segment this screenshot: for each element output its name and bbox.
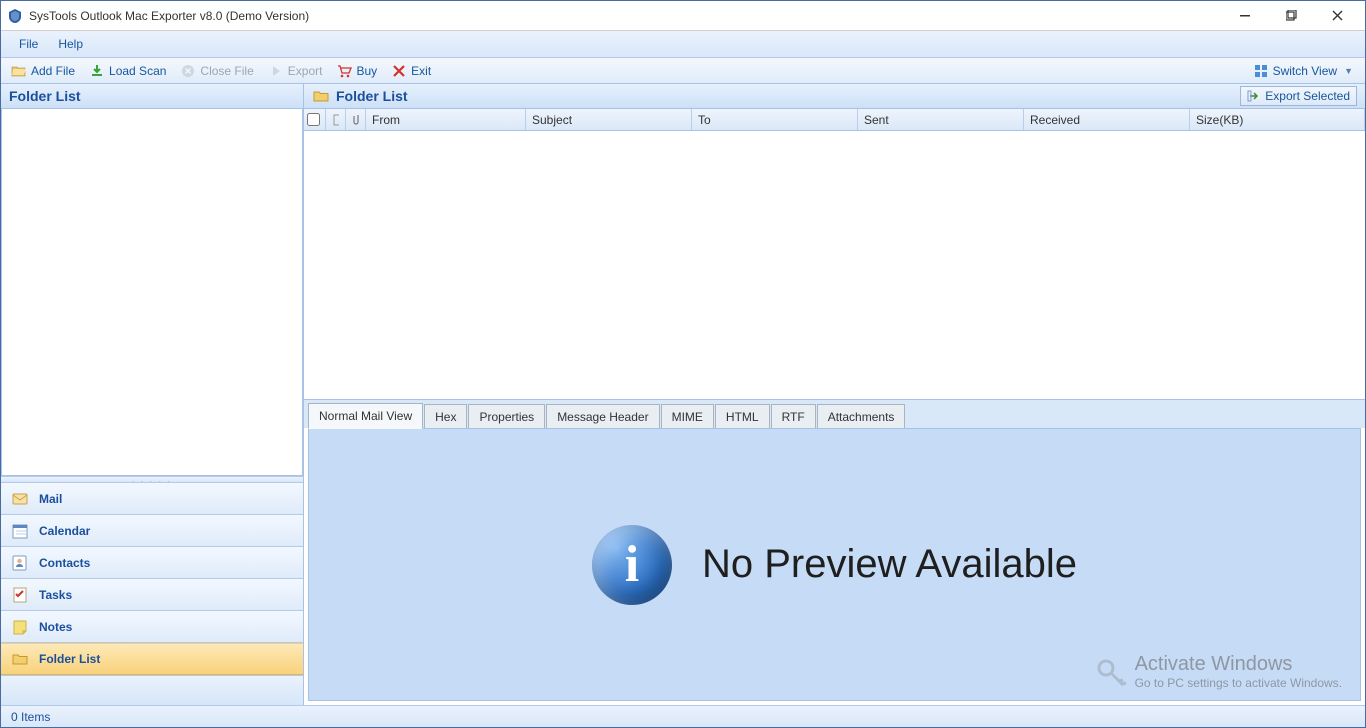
switch-view-button[interactable]: Switch View ▼	[1247, 60, 1359, 82]
chevron-down-icon: ▼	[1344, 66, 1353, 76]
tab-attachments[interactable]: Attachments	[817, 404, 906, 429]
col-subject[interactable]: Subject	[526, 109, 692, 130]
close-file-button: Close File	[174, 60, 259, 82]
download-arrow-icon	[89, 63, 105, 79]
folder-tree[interactable]	[1, 109, 303, 476]
grid-header: From Subject To Sent Received Size(KB)	[304, 109, 1365, 131]
menu-help[interactable]: Help	[48, 33, 93, 55]
folder-open-icon	[11, 63, 27, 79]
close-circle-icon	[180, 63, 196, 79]
window-title: SysTools Outlook Mac Exporter v8.0 (Demo…	[29, 9, 1223, 23]
left-column: Folder List · · · · · Mail Calendar Cont…	[1, 84, 304, 705]
statusbar: 0 Items	[1, 705, 1365, 727]
titlebar: SysTools Outlook Mac Exporter v8.0 (Demo…	[1, 1, 1365, 31]
key-icon	[1095, 657, 1129, 691]
preview-area: Normal Mail View Hex Properties Message …	[304, 399, 1365, 705]
nav-notes[interactable]: Notes	[1, 611, 303, 643]
load-scan-button[interactable]: Load Scan	[83, 60, 172, 82]
add-file-button[interactable]: Add File	[5, 60, 81, 82]
col-checkbox[interactable]	[304, 109, 326, 130]
col-size[interactable]: Size(KB)	[1190, 109, 1365, 130]
grid-body[interactable]	[304, 131, 1365, 399]
contacts-icon	[11, 554, 29, 572]
export-arrow-icon	[1247, 89, 1261, 103]
navigation-list: Mail Calendar Contacts Tasks Notes	[1, 483, 303, 675]
toolbar: Add File Load Scan Close File Export Buy…	[1, 58, 1365, 84]
content-header: Folder List Export Selected	[304, 84, 1365, 109]
exit-button[interactable]: Exit	[385, 60, 437, 82]
nav-mini-strip	[1, 675, 303, 705]
menu-file[interactable]: File	[9, 33, 48, 55]
window-controls	[1223, 2, 1359, 30]
close-button[interactable]	[1315, 2, 1359, 30]
calendar-icon	[11, 522, 29, 540]
tab-mime[interactable]: MIME	[661, 404, 714, 429]
minimize-button[interactable]	[1223, 2, 1267, 30]
col-received[interactable]: Received	[1024, 109, 1190, 130]
notes-icon	[11, 618, 29, 636]
cart-icon	[336, 63, 352, 79]
col-sent[interactable]: Sent	[858, 109, 1024, 130]
menubar: File Help	[1, 31, 1365, 58]
col-flag-icon[interactable]	[326, 109, 346, 130]
tab-message-header[interactable]: Message Header	[546, 404, 659, 429]
preview-body: i No Preview Available Activate Windows …	[308, 428, 1361, 701]
col-to[interactable]: To	[692, 109, 858, 130]
right-column: Folder List Export Selected From Subject…	[304, 84, 1365, 705]
col-attachment-icon[interactable]	[346, 109, 366, 130]
nav-folder-list[interactable]: Folder List	[1, 643, 303, 675]
folder-open-icon	[312, 87, 330, 105]
tab-properties[interactable]: Properties	[468, 404, 545, 429]
play-icon	[268, 63, 284, 79]
export-button: Export	[262, 60, 329, 82]
grid-view-icon	[1253, 63, 1269, 79]
tasks-icon	[11, 586, 29, 604]
app-logo-icon	[7, 8, 23, 24]
maximize-button[interactable]	[1269, 2, 1313, 30]
nav-mail[interactable]: Mail	[1, 483, 303, 515]
folder-list-header: Folder List	[1, 84, 303, 109]
tab-hex[interactable]: Hex	[424, 404, 467, 429]
nav-contacts[interactable]: Contacts	[1, 547, 303, 579]
tab-normal-mail-view[interactable]: Normal Mail View	[308, 403, 423, 429]
horizontal-splitter[interactable]: · · · · ·	[1, 476, 303, 483]
preview-tabstrip: Normal Mail View Hex Properties Message …	[304, 400, 1365, 428]
col-from[interactable]: From	[366, 109, 526, 130]
folder-icon	[11, 650, 29, 668]
tab-rtf[interactable]: RTF	[771, 404, 816, 429]
main-body: Folder List · · · · · Mail Calendar Cont…	[1, 84, 1365, 705]
content-title: Folder List	[336, 88, 408, 104]
mail-icon	[11, 490, 29, 508]
export-selected-button[interactable]: Export Selected	[1240, 86, 1357, 106]
buy-button[interactable]: Buy	[330, 60, 383, 82]
select-all-checkbox[interactable]	[307, 113, 320, 126]
windows-activation-watermark: Activate Windows Go to PC settings to ac…	[1135, 653, 1342, 690]
tab-html[interactable]: HTML	[715, 404, 770, 429]
nav-calendar[interactable]: Calendar	[1, 515, 303, 547]
status-items-count: 0 Items	[11, 710, 50, 724]
no-preview-text: No Preview Available	[702, 542, 1077, 587]
x-icon	[391, 63, 407, 79]
app-window: SysTools Outlook Mac Exporter v8.0 (Demo…	[0, 0, 1366, 728]
nav-tasks[interactable]: Tasks	[1, 579, 303, 611]
info-icon: i	[592, 525, 672, 605]
